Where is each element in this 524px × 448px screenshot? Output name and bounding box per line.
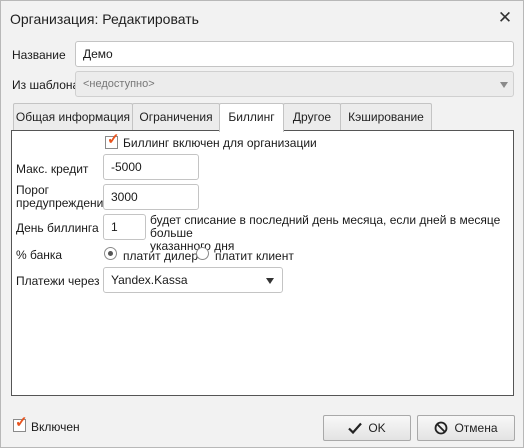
name-field[interactable]: Демо bbox=[75, 41, 514, 67]
radio-dealer-pays[interactable] bbox=[104, 247, 117, 260]
billing-day-hint-line1: будет списание в последний день месяца, … bbox=[150, 213, 501, 240]
template-label: Из шаблона bbox=[12, 78, 80, 92]
billing-enabled-checkbox[interactable]: ✓ bbox=[105, 132, 120, 149]
max-credit-label: Макс. кредит bbox=[16, 162, 89, 176]
cancel-button-label: Отмена bbox=[454, 421, 498, 435]
radio-client-pays[interactable] bbox=[196, 247, 209, 260]
payments-via-value: Yandex.Kassa bbox=[111, 273, 188, 287]
close-icon[interactable]: ✕ bbox=[496, 9, 514, 27]
warn-threshold-label-line1: Порог bbox=[16, 183, 50, 197]
radio-client-pays-label: платит клиент bbox=[215, 249, 294, 263]
checkmark-icon bbox=[348, 422, 363, 434]
billing-day-label: День биллинга bbox=[16, 221, 99, 235]
tab-general[interactable]: Общая информация bbox=[13, 103, 133, 130]
checkmark-icon: ✓ bbox=[15, 414, 28, 431]
cancel-button[interactable]: Отмена bbox=[417, 415, 515, 441]
radio-selected-dot bbox=[108, 251, 113, 256]
radio-dealer-pays-label: платит дилер bbox=[123, 249, 198, 263]
enabled-checkbox[interactable]: ✓ bbox=[13, 415, 28, 432]
chevron-down-icon bbox=[266, 278, 274, 284]
dialog-window: Организация: Редактировать ✕ Название Де… bbox=[0, 0, 524, 448]
name-label: Название bbox=[12, 48, 66, 62]
warn-threshold-label-line2: предупреждения bbox=[16, 196, 110, 210]
template-select-value: <недоступно> bbox=[83, 78, 155, 90]
cancel-circle-icon bbox=[435, 421, 448, 435]
billing-enabled-label: Биллинг включен для организации bbox=[123, 136, 317, 150]
warn-threshold-field[interactable]: 3000 bbox=[103, 184, 199, 210]
title-bar[interactable]: Организация: Редактировать ✕ bbox=[1, 1, 523, 37]
max-credit-field[interactable]: -5000 bbox=[103, 154, 199, 180]
billing-panel: ✓ Биллинг включен для организации Макс. … bbox=[11, 130, 514, 396]
warn-threshold-label: Порог предупреждения bbox=[16, 184, 110, 210]
billing-day-field[interactable]: 1 bbox=[103, 214, 146, 240]
checkmark-icon: ✓ bbox=[107, 131, 120, 148]
tab-caching[interactable]: Кэширование bbox=[340, 103, 432, 130]
tab-limits[interactable]: Ограничения bbox=[132, 103, 220, 130]
tab-billing[interactable]: Биллинг bbox=[219, 103, 284, 132]
enabled-label: Включен bbox=[31, 420, 80, 434]
ok-button-label: OK bbox=[368, 421, 386, 435]
payments-via-select[interactable]: Yandex.Kassa bbox=[103, 267, 283, 293]
ok-button[interactable]: OK bbox=[323, 415, 411, 441]
template-select[interactable]: <недоступно> bbox=[75, 71, 514, 97]
window-title: Организация: Редактировать bbox=[10, 11, 199, 27]
chevron-down-icon bbox=[500, 82, 508, 88]
tab-other[interactable]: Другое bbox=[283, 103, 341, 130]
bank-percent-label: % банка bbox=[16, 248, 63, 262]
payments-via-label: Платежи через bbox=[16, 274, 100, 288]
